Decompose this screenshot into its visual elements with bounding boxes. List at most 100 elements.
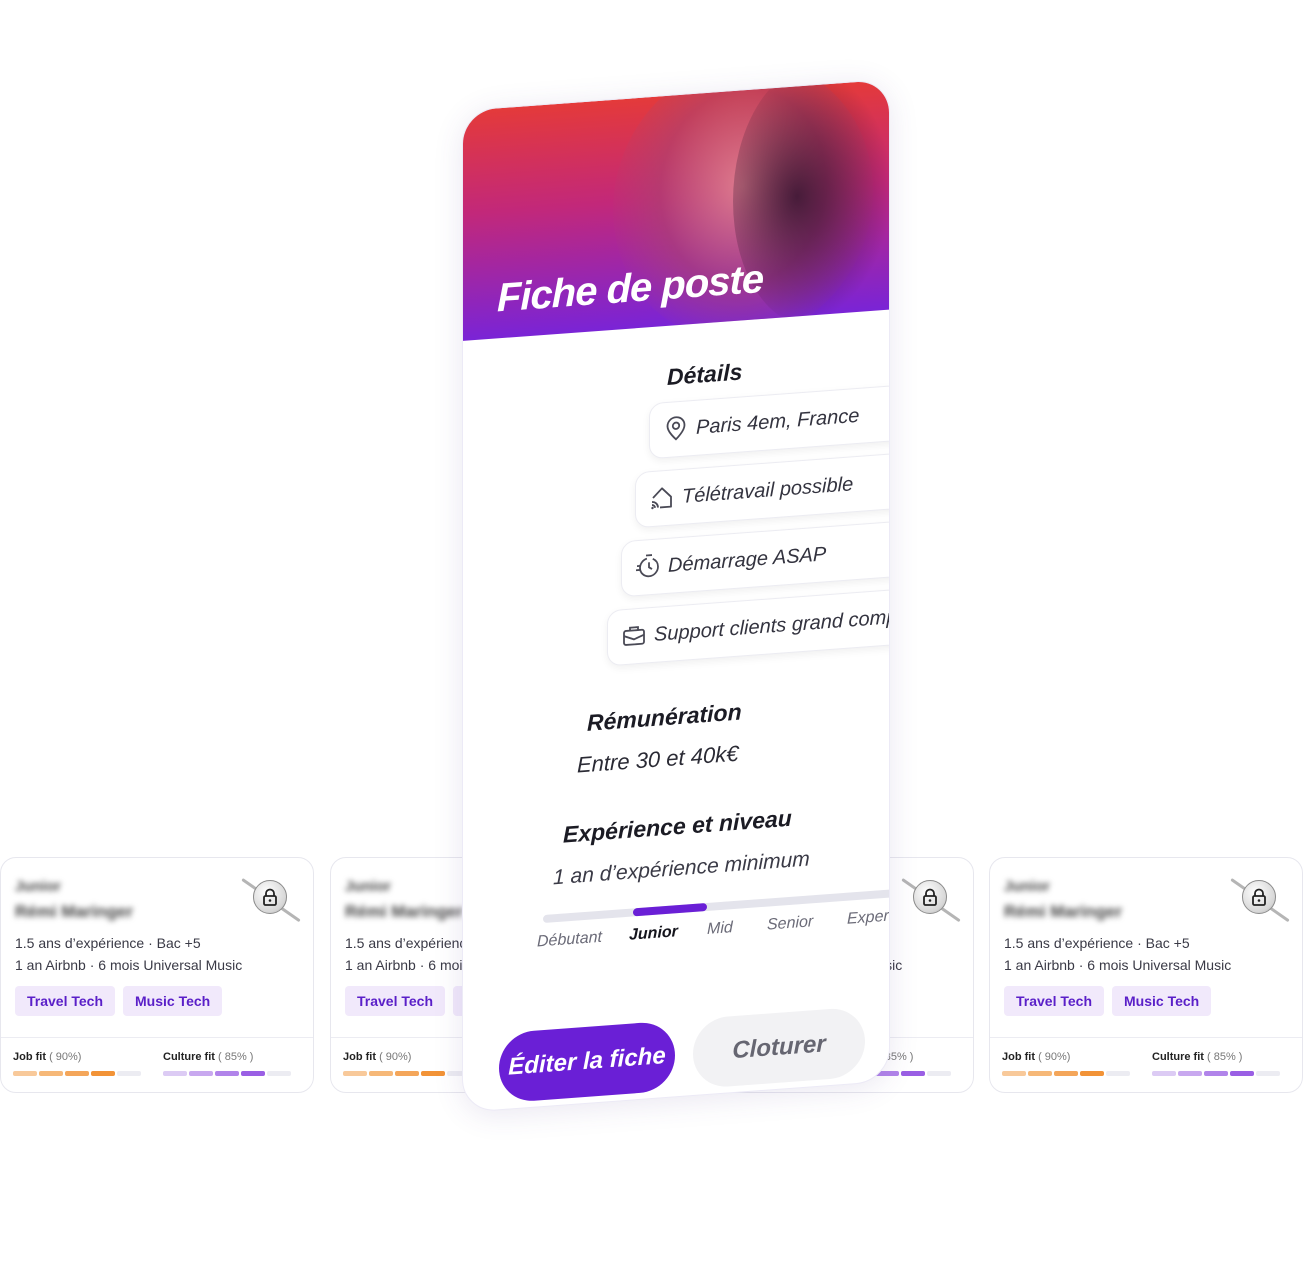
stopwatch-icon [636, 554, 659, 578]
candidate-name-blurred: Rémi Maringer [345, 902, 464, 921]
candidate-name-blurred: Rémi Maringer [15, 902, 134, 921]
candidate-card[interactable]: Junior Rémi Maringer 1.5 ans d’expérienc… [0, 857, 314, 1093]
detail-role: Support clients grand comptes [607, 583, 890, 667]
culture-fit-bar-segment [215, 1071, 239, 1076]
detail-remote: Télétravail possible [635, 445, 890, 529]
experience-value: 1 an d’expérience minimum [553, 847, 810, 890]
job-fit-bar-segment [13, 1071, 37, 1076]
job-fit-text: Job fit [13, 1051, 46, 1063]
culture-fit-percent: ( 85% ) [1207, 1051, 1243, 1063]
job-fit-text: Job fit [343, 1051, 376, 1063]
tag-travel-tech[interactable]: Travel Tech [15, 986, 116, 1016]
tag-music-tech[interactable]: Music Tech [123, 986, 223, 1016]
job-fit-percent: ( 90%) [379, 1051, 412, 1063]
job-fit-bar-segment [65, 1071, 89, 1076]
candidate-level-blurred: Junior [345, 878, 391, 895]
job-fit-percent: ( 90%) [49, 1051, 82, 1063]
candidate-history: 1 an Airbnb · 6 mois Universal Music [1004, 957, 1232, 973]
culture-fit-bar-segment [241, 1071, 265, 1076]
briefcase-icon [623, 626, 645, 646]
detail-role-label: Support clients grand comptes [654, 604, 890, 646]
level-label-dbutant[interactable]: Débutant [537, 929, 602, 952]
culture-fit-bar-segment [189, 1071, 213, 1076]
locked-profile[interactable] [1230, 872, 1290, 923]
card-divider [1, 1037, 313, 1038]
job-fit-bar-segment [1106, 1071, 1130, 1076]
tag-music-tech[interactable]: Music Tech [1112, 986, 1212, 1016]
job-fit-bar [13, 1071, 141, 1076]
job-fit-label: Job fit ( 90%) [343, 1051, 411, 1063]
detail-location-label: Paris 4em, France [696, 404, 860, 439]
detail-start: Démarrage ASAP [621, 514, 890, 598]
culture-fit-label: Culture fit ( 85% ) [163, 1051, 253, 1063]
job-fit-bar [1002, 1071, 1130, 1076]
candidate-card[interactable]: Junior Rémi Maringer 1.5 ans d’expérienc… [989, 857, 1303, 1093]
candidate-name-blurred: Rémi Maringer [1004, 902, 1123, 921]
job-fit-text: Job fit [1002, 1051, 1035, 1063]
level-slider-track[interactable] [543, 888, 890, 924]
culture-fit-bar-segment [1230, 1071, 1254, 1076]
experience-heading: Expérience et niveau [563, 804, 792, 848]
job-fit-bar-segment [395, 1071, 419, 1076]
culture-fit-percent: ( 85% ) [218, 1051, 254, 1063]
job-fit-bar-segment [117, 1071, 141, 1076]
location-pin-icon [666, 416, 686, 441]
culture-fit-bar-segment [1178, 1071, 1202, 1076]
culture-fit-bar [163, 1071, 291, 1076]
level-label-expert[interactable]: Expert [847, 907, 890, 928]
edit-sheet-button[interactable]: Éditer la fiche [499, 1020, 675, 1104]
culture-fit-label: Culture fit ( 85% ) [1152, 1051, 1242, 1063]
culture-fit-bar-segment [1152, 1071, 1176, 1076]
candidate-history: 1 an Airbnb · 6 mois Universal Music [15, 957, 243, 973]
hero-banner: Fiche de poste [463, 79, 890, 341]
details-heading: Détails [667, 358, 743, 390]
job-fit-bar-segment [369, 1071, 393, 1076]
job-fit-bar [343, 1071, 471, 1076]
detail-remote-label: Télétravail possible [682, 473, 854, 508]
locked-profile[interactable] [901, 872, 961, 923]
culture-fit-text: Culture fit [163, 1051, 215, 1063]
close-sheet-button[interactable]: Cloturer [693, 1006, 865, 1090]
level-label-mid[interactable]: Mid [707, 919, 733, 939]
remuneration-value: Entre 30 et 40k€ [577, 740, 739, 778]
job-fit-percent: ( 90%) [1038, 1051, 1071, 1063]
job-fit-bar-segment [343, 1071, 367, 1076]
remote-house-icon [651, 487, 672, 510]
card-divider [990, 1037, 1302, 1038]
job-fit-bar-segment [1028, 1071, 1052, 1076]
job-fit-bar-segment [421, 1071, 445, 1076]
culture-fit-bar-segment [1256, 1071, 1280, 1076]
job-fit-bar-segment [1080, 1071, 1104, 1076]
job-fit-bar-segment [1054, 1071, 1078, 1076]
culture-fit-text: Culture fit [1152, 1051, 1204, 1063]
padlock-icon [253, 880, 287, 914]
level-label-senior[interactable]: Senior [767, 913, 813, 934]
candidate-level-blurred: Junior [15, 878, 61, 895]
candidate-level-blurred: Junior [1004, 878, 1050, 895]
padlock-icon [1242, 880, 1276, 914]
candidate-experience: 1.5 ans d’expérience · Bac +5 [15, 935, 201, 951]
culture-fit-bar-segment [901, 1071, 925, 1076]
candidate-tags: Travel Tech Music Tech [1004, 986, 1212, 1016]
culture-fit-bar [1152, 1071, 1280, 1076]
tag-travel-tech[interactable]: Travel Tech [345, 986, 446, 1016]
level-label-junior[interactable]: Junior [629, 923, 678, 945]
culture-fit-bar-segment [927, 1071, 951, 1076]
candidate-experience: 1.5 ans d’expérience · Bac +5 [1004, 935, 1190, 951]
job-fit-bar-segment [1002, 1071, 1026, 1076]
job-fit-bar-segment [91, 1071, 115, 1076]
detail-start-label: Démarrage ASAP [668, 543, 827, 577]
culture-fit-bar-segment [163, 1071, 187, 1076]
padlock-icon [913, 880, 947, 914]
job-fit-label: Job fit ( 90%) [1002, 1051, 1070, 1063]
tag-travel-tech[interactable]: Travel Tech [1004, 986, 1105, 1016]
level-slider-fill [633, 903, 707, 917]
locked-profile[interactable] [241, 872, 301, 923]
culture-fit-bar-segment [1204, 1071, 1228, 1076]
remuneration-heading: Rémunération [587, 698, 742, 736]
job-fit-label: Job fit ( 90%) [13, 1051, 81, 1063]
job-sheet-card: Fiche de poste Détails Paris 4em, France… [462, 78, 890, 1114]
job-fit-bar-segment [39, 1071, 63, 1076]
candidate-tags: Travel Tech Music Tech [15, 986, 223, 1016]
culture-fit-bar-segment [267, 1071, 291, 1076]
